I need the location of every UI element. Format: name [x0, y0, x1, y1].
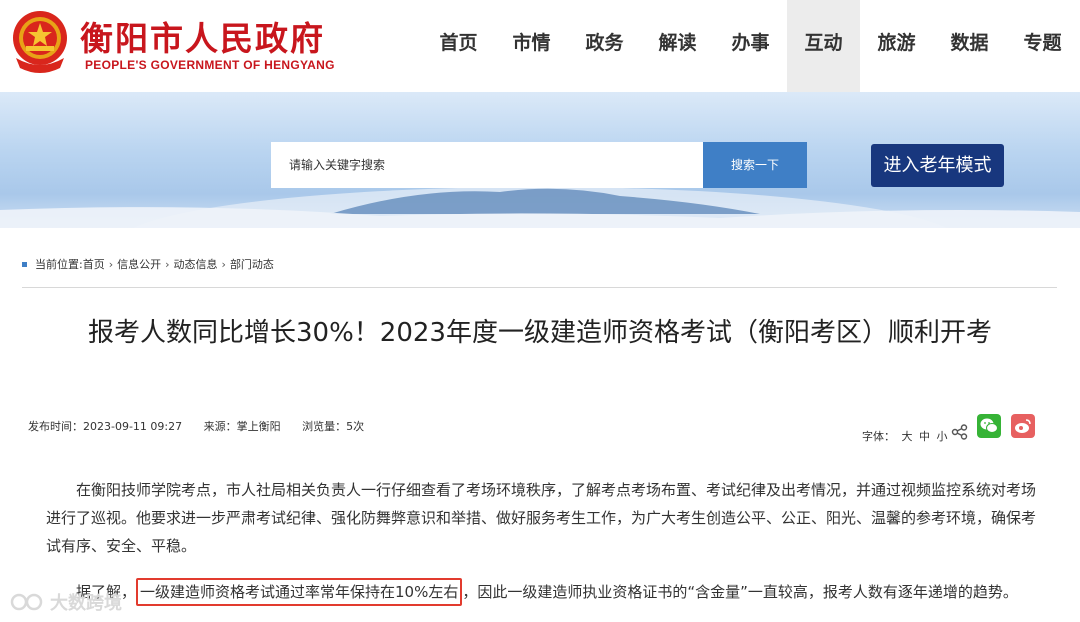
search-button[interactable]: 搜索一下	[703, 142, 807, 188]
nav-item-topics[interactable]: 专题	[1006, 0, 1079, 92]
view-count: 浏览量：5次	[302, 420, 365, 433]
nav-item-tourism[interactable]: 旅游	[860, 0, 933, 92]
highlighted-text: 一级建造师资格考试通过率常年保持在10%左右	[136, 578, 463, 606]
nav-item-data[interactable]: 数据	[933, 0, 1006, 92]
font-size-large[interactable]: 大	[902, 430, 913, 443]
site-title: 衡阳市人民政府	[80, 19, 325, 58]
elder-mode-button[interactable]: 进入老年模式	[871, 144, 1004, 187]
main-nav: 首页 市情 政务 解读 办事 互动 旅游 数据 专题	[422, 0, 1079, 92]
watermark: 大数跨境	[10, 589, 122, 615]
font-size-medium[interactable]: 中	[919, 430, 930, 443]
breadcrumb-prefix: 当前位置:	[35, 258, 83, 271]
breadcrumb-info-public[interactable]: 信息公开	[117, 256, 161, 272]
breadcrumb: 当前位置: 首页 › 信息公开 › 动态信息 › 部门动态	[22, 256, 274, 272]
font-size-selector: 字体： 大 中 小	[862, 428, 948, 444]
article-paragraph: 在衡阳技师学院考点，市人社局相关负责人一行仔细查看了考场环境秩序，了解考点考场布…	[46, 481, 1037, 555]
paragraph-rest: ，因此一级建造师执业资格证书的“含金量”一直较高，报考人数有逐年递增的趋势。	[462, 583, 1018, 601]
nav-item-government-affairs[interactable]: 政务	[568, 0, 641, 92]
weibo-icon[interactable]	[1011, 414, 1035, 438]
breadcrumb-department-news[interactable]: 部门动态	[230, 256, 274, 272]
breadcrumb-separator: ›	[221, 257, 226, 271]
breadcrumb-divider	[22, 287, 1057, 288]
breadcrumb-home[interactable]: 首页	[83, 256, 105, 272]
watermark-logo-icon	[10, 593, 43, 611]
site-subtitle: PEOPLE'S GOVERNMENT OF HENGYANG	[85, 58, 335, 72]
search-input[interactable]	[271, 142, 703, 188]
nav-item-interpretation[interactable]: 解读	[641, 0, 714, 92]
watermark-text: 大数跨境	[50, 593, 122, 614]
article-title: 报考人数同比增长30%！2023年度一级建造师资格考试（衡阳考区）顺利开考	[88, 318, 992, 348]
article-paragraph: 据了解， 一级建造师资格考试通过率常年保持在10%左右 ，因此一级建造师执业资格证书…	[46, 578, 1046, 606]
nav-item-interaction[interactable]: 互动	[787, 0, 860, 92]
article-meta: 发布时间：2023-09-11 09:27 来源：掌上衡阳 浏览量：5次	[28, 418, 382, 434]
breadcrumb-separator: ›	[108, 257, 114, 271]
publish-time: 发布时间：2023-09-11 09:27	[28, 420, 183, 433]
national-emblem-icon	[13, 11, 67, 73]
breadcrumb-separator: ›	[165, 257, 170, 271]
share-icon[interactable]	[951, 424, 969, 440]
breadcrumb-dynamic-info[interactable]: 动态信息	[174, 256, 218, 272]
nav-item-home[interactable]: 首页	[422, 0, 495, 92]
breadcrumb-marker-icon	[22, 261, 27, 267]
search-banner: 搜索一下 进入老年模式	[0, 92, 1080, 228]
nav-item-services[interactable]: 办事	[714, 0, 787, 92]
site-header: 衡阳市人民政府 PEOPLE'S GOVERNMENT OF HENGYANG …	[0, 0, 1080, 92]
nav-item-city-info[interactable]: 市情	[495, 0, 568, 92]
wechat-icon[interactable]	[977, 414, 1001, 438]
font-size-small[interactable]: 小	[937, 430, 948, 443]
article-source: 来源：掌上衡阳	[203, 420, 281, 433]
font-size-label: 字体：	[862, 430, 895, 443]
